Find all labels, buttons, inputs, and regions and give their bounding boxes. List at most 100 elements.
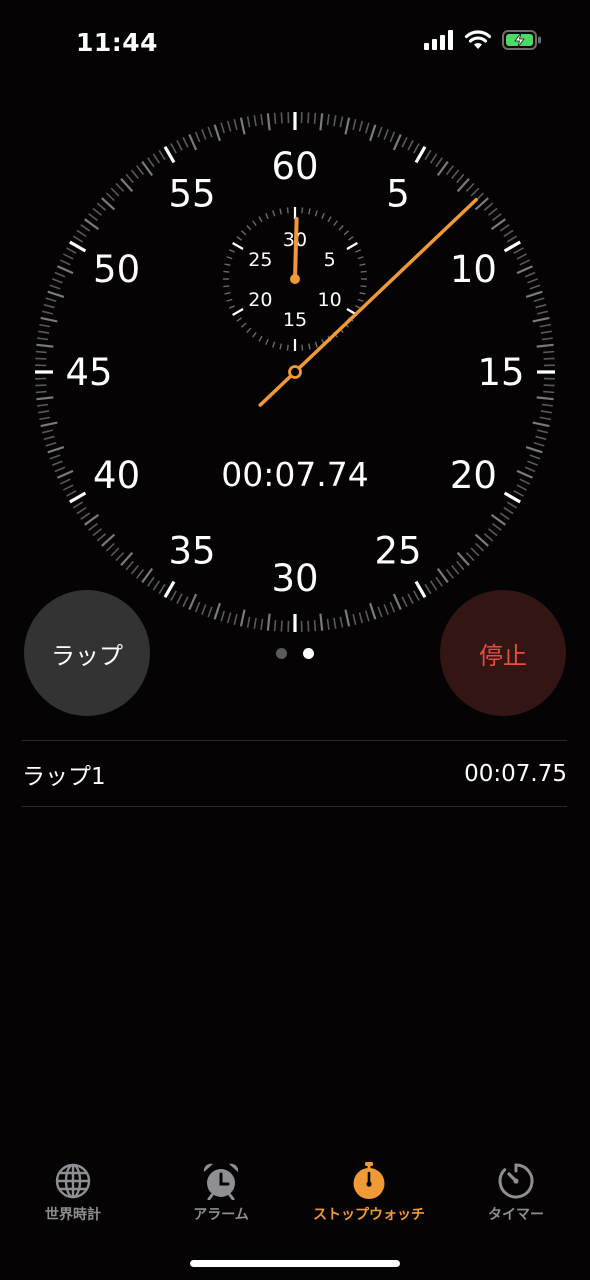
main-dial-tick — [39, 323, 51, 328]
main-dial-tick — [76, 229, 87, 238]
main-dial-tick — [413, 143, 420, 154]
sub-dial-tick — [223, 270, 230, 273]
main-dial-tick — [364, 122, 370, 134]
main-dial-label: 60 — [271, 145, 318, 188]
main-dial-tick — [80, 512, 91, 520]
main-dial-tick — [465, 182, 475, 192]
main-dial-tick — [536, 343, 554, 348]
main-dial-tick — [66, 490, 77, 497]
sub-dial-tick — [279, 343, 282, 350]
tab-timer[interactable]: タイマー — [441, 1162, 590, 1224]
sub-dial-label: 25 — [248, 249, 272, 271]
status-icons — [424, 30, 542, 50]
second-hand-pivot — [288, 365, 302, 379]
main-dial-tick — [483, 533, 494, 542]
sub-dial-label: 10 — [318, 289, 342, 311]
sub-dial-tick — [286, 344, 289, 351]
main-dial-tick — [540, 330, 552, 334]
main-dial-label: 15 — [477, 351, 524, 394]
elapsed-time-display: 00:07.74 — [221, 455, 369, 494]
page-indicator[interactable] — [276, 648, 314, 659]
main-dial-tick — [115, 182, 125, 192]
sub-dial-tick — [241, 322, 247, 328]
tab-world-clock[interactable]: 世界時計 — [0, 1162, 148, 1224]
main-dial-tick — [43, 435, 55, 441]
lap-list-divider-bottom — [22, 806, 567, 807]
main-dial-tick — [392, 134, 402, 151]
main-dial-tick — [141, 567, 154, 583]
tab-stopwatch[interactable]: ストップウォッチ — [294, 1162, 444, 1224]
main-dial-tick — [43, 303, 55, 309]
main-dial-tick — [39, 416, 51, 421]
main-dial-tick — [543, 390, 555, 394]
main-dial-tick — [35, 390, 47, 394]
main-dial-tick — [158, 149, 166, 161]
main-dial-tick — [260, 618, 264, 630]
stop-button[interactable]: 停止 — [440, 590, 566, 716]
main-dial-tick — [69, 491, 87, 504]
main-dial-tick — [516, 253, 528, 260]
main-dial-tick — [533, 441, 545, 447]
main-dial-tick — [233, 613, 238, 626]
tab-alarm[interactable]: アラーム — [146, 1162, 296, 1224]
main-dial-tick — [266, 113, 271, 131]
main-dial-tick — [541, 403, 553, 407]
main-dial-tick — [536, 310, 549, 315]
sub-dial-tick — [314, 210, 318, 217]
globe-icon — [55, 1163, 91, 1199]
main-dial-tick — [40, 421, 58, 428]
tab-bar: 世界時計 アラーム ストップウォッチ タイマー — [0, 1150, 590, 1240]
sub-dial-label: 5 — [324, 249, 336, 271]
stop-button-label: 停止 — [479, 641, 527, 670]
lap-row: ラップ1 00:07.75 — [22, 742, 567, 806]
minute-hand — [293, 217, 299, 281]
main-dial-tick — [188, 134, 198, 151]
main-dial-tick — [37, 337, 49, 341]
main-dial-tick — [176, 139, 183, 151]
sub-dial-tick — [355, 249, 362, 253]
main-dial-tick — [201, 128, 207, 140]
main-dial-tick — [57, 469, 74, 479]
main-dial-tick — [194, 131, 201, 143]
home-indicator[interactable] — [190, 1260, 400, 1267]
main-dial-tick — [260, 114, 264, 126]
main-dial-tick — [470, 187, 480, 197]
main-dial-tick — [499, 224, 510, 232]
sub-dial-tick — [258, 335, 263, 342]
sub-dial-tick — [286, 207, 289, 214]
main-dial-tick — [506, 235, 518, 243]
main-dial-tick — [490, 218, 506, 231]
main-dial-tick — [344, 117, 351, 135]
main-dial-tick — [490, 513, 506, 526]
main-dial-tick — [125, 560, 134, 571]
lap-button[interactable]: ラップ — [24, 590, 150, 716]
main-dial-label: 40 — [93, 454, 140, 497]
tab-stopwatch-label: ストップウォッチ — [313, 1207, 425, 1223]
main-dial-tick — [358, 612, 364, 624]
main-dial-tick — [47, 290, 65, 298]
main-dial-tick — [96, 533, 107, 542]
sub-dial-tick — [360, 270, 367, 273]
main-dial-tick — [136, 569, 145, 579]
main-dial-tick — [401, 136, 408, 148]
main-dial-tick — [170, 590, 177, 601]
main-dial-label: 10 — [450, 248, 497, 291]
main-dial-tick — [194, 601, 201, 613]
analog-stopwatch-dial: 60510152025303540455055 30510152025 00:0… — [35, 112, 555, 632]
main-dial-label: 50 — [93, 248, 140, 291]
main-dial-tick — [519, 478, 531, 485]
main-dial-label: 45 — [65, 351, 112, 394]
main-dial-tick — [436, 161, 449, 177]
main-dial-tick — [38, 330, 50, 334]
main-dial-tick — [253, 115, 257, 127]
page-dot-1[interactable] — [276, 648, 287, 659]
main-dial-tick — [51, 460, 63, 466]
main-dial-tick — [413, 590, 420, 601]
main-dial-tick — [401, 596, 408, 608]
main-dial-tick — [40, 316, 58, 323]
sub-dial-tick — [321, 212, 325, 219]
sub-dial-tick — [359, 263, 366, 266]
main-dial-tick — [475, 542, 485, 552]
main-dial-tick — [536, 396, 554, 401]
page-dot-2[interactable] — [303, 648, 314, 659]
